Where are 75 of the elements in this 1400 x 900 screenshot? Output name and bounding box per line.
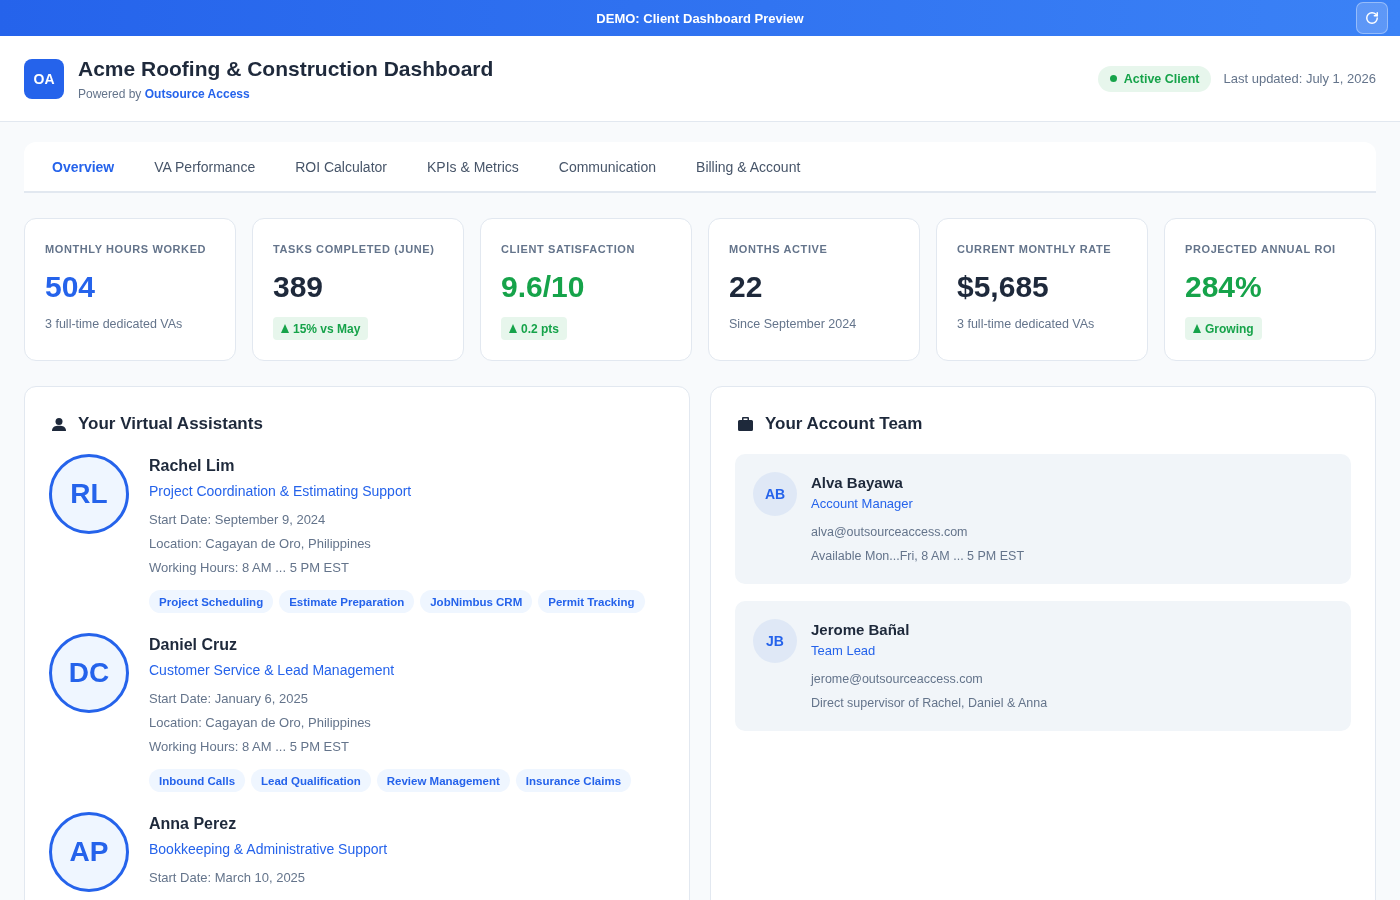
assistant-role: Bookkeeping & Administrative Support <box>149 840 388 859</box>
stat-label: MONTHLY HOURS WORKED <box>45 242 207 257</box>
skill-tag: Permit Tracking <box>538 590 645 613</box>
panel-title: Your Account Team <box>765 413 923 435</box>
member-role: Account Manager <box>811 495 914 513</box>
stat-value: 504 <box>45 269 96 305</box>
skill-tag: JobNimbus CRM <box>420 590 533 613</box>
outsource-access-link[interactable]: Outsource Access <box>144 86 250 101</box>
assistant-name: Anna Perez <box>149 814 238 834</box>
status-dot-icon <box>1109 75 1117 82</box>
stat-note: Since September 2024 <box>729 316 857 333</box>
stat-note: 3 full-time dedicated VAs <box>45 316 183 333</box>
stat-value: 9.6/10 <box>501 269 585 305</box>
stat-label: CLIENT SATISFACTION <box>501 242 636 257</box>
skill-tag: Insurance Claims <box>515 769 632 792</box>
skill-tag: Estimate Preparation <box>279 590 415 613</box>
stat-label: TASKS COMPLETED (JUNE) <box>273 242 435 257</box>
status-text: Active Client <box>1123 71 1200 86</box>
assistant-detail: Location: Cagayan de Oro, Philippines <box>149 714 372 732</box>
skill-tag: Inbound Calls <box>149 769 246 792</box>
assistant-detail: Start Date: January 6, 2025 <box>149 690 309 708</box>
assistant-name: Daniel Cruz <box>149 635 238 655</box>
stat-value: 22 <box>729 269 763 305</box>
member-note: Available Mon...Fri, 8 AM ... 5 PM EST <box>811 548 1025 565</box>
dashboard-title: Acme Roofing & Construction Dashboard <box>78 55 494 82</box>
tab[interactable]: Billing & Account <box>676 142 821 191</box>
tab[interactable]: ROI Calculator <box>275 142 407 191</box>
skill-tag: Lead Qualification <box>251 769 371 792</box>
assistant-detail: Working Hours: 8 AM ... 5 PM EST <box>149 738 350 756</box>
assistant-name: Rachel Lim <box>149 456 236 476</box>
stat-note: 3 full-time dedicated VAs <box>957 316 1095 333</box>
assistant-detail: Start Date: September 9, 2024 <box>149 511 327 529</box>
tab[interactable]: Overview <box>32 142 135 191</box>
member-role: Team Lead <box>811 642 877 660</box>
assistant-role: Customer Service & Lead Management <box>149 661 396 680</box>
trend-text: Growing <box>1205 321 1254 336</box>
assistant-role: Project Coordination & Estimating Support <box>149 482 413 501</box>
tab[interactable]: VA Performance <box>134 142 276 191</box>
member-name: Jerome Bañal <box>811 620 911 640</box>
initials-avatar: RL <box>49 454 129 534</box>
member-email: alva@outsourceaccess.com <box>811 524 969 541</box>
up-triangle-icon <box>281 324 289 333</box>
stat-value: 284% <box>1185 269 1262 305</box>
skill-tag: Project Scheduling <box>149 590 274 613</box>
member-email: jerome@outsourceaccess.com <box>811 671 984 688</box>
tab[interactable]: Communication <box>538 142 677 191</box>
assistant-detail: Start Date: March 10, 2025 <box>149 869 307 887</box>
tab[interactable]: KPIs & Metrics <box>407 142 539 191</box>
logo: OA <box>24 58 64 99</box>
assistant-detail: Location: Cagayan de Oro, Philippines <box>149 535 372 553</box>
initials-avatar: DC <box>49 633 129 713</box>
banner-title: DEMO: Client Dashboard Preview <box>596 10 804 26</box>
assistant-detail: Working Hours: 8 AM ... 5 PM EST <box>149 559 350 577</box>
trend-text: 15% vs May <box>293 321 361 336</box>
member-name: Alva Bayawa <box>811 473 904 493</box>
refresh-icon <box>1365 11 1379 25</box>
person-icon <box>52 417 66 431</box>
trend-text: 0.2 pts <box>521 321 559 336</box>
member-note: Direct supervisor of Rachel, Daniel & Anna <box>811 695 1048 712</box>
up-triangle-icon <box>1193 324 1201 333</box>
panel-title: Your Virtual Assistants <box>78 413 263 435</box>
briefcase-icon <box>738 417 753 431</box>
stat-value: $5,685 <box>957 269 1049 305</box>
initials-avatar: AP <box>49 812 129 892</box>
powered-by-text: Powered by Outsource Access <box>78 85 251 102</box>
initials-avatar: AB <box>753 472 797 516</box>
up-triangle-icon <box>509 324 517 333</box>
last-updated-text: Last updated: July 1, 2026 <box>1223 71 1376 86</box>
initials-avatar: JB <box>753 619 797 663</box>
stat-label: MONTHS ACTIVE <box>729 242 828 257</box>
skill-tag: Review Management <box>376 769 510 792</box>
refresh-button[interactable] <box>1356 2 1388 34</box>
stat-value: 389 <box>273 269 324 305</box>
stat-label: PROJECTED ANNUAL ROI <box>1185 242 1336 257</box>
stat-label: CURRENT MONTHLY RATE <box>957 242 1112 257</box>
